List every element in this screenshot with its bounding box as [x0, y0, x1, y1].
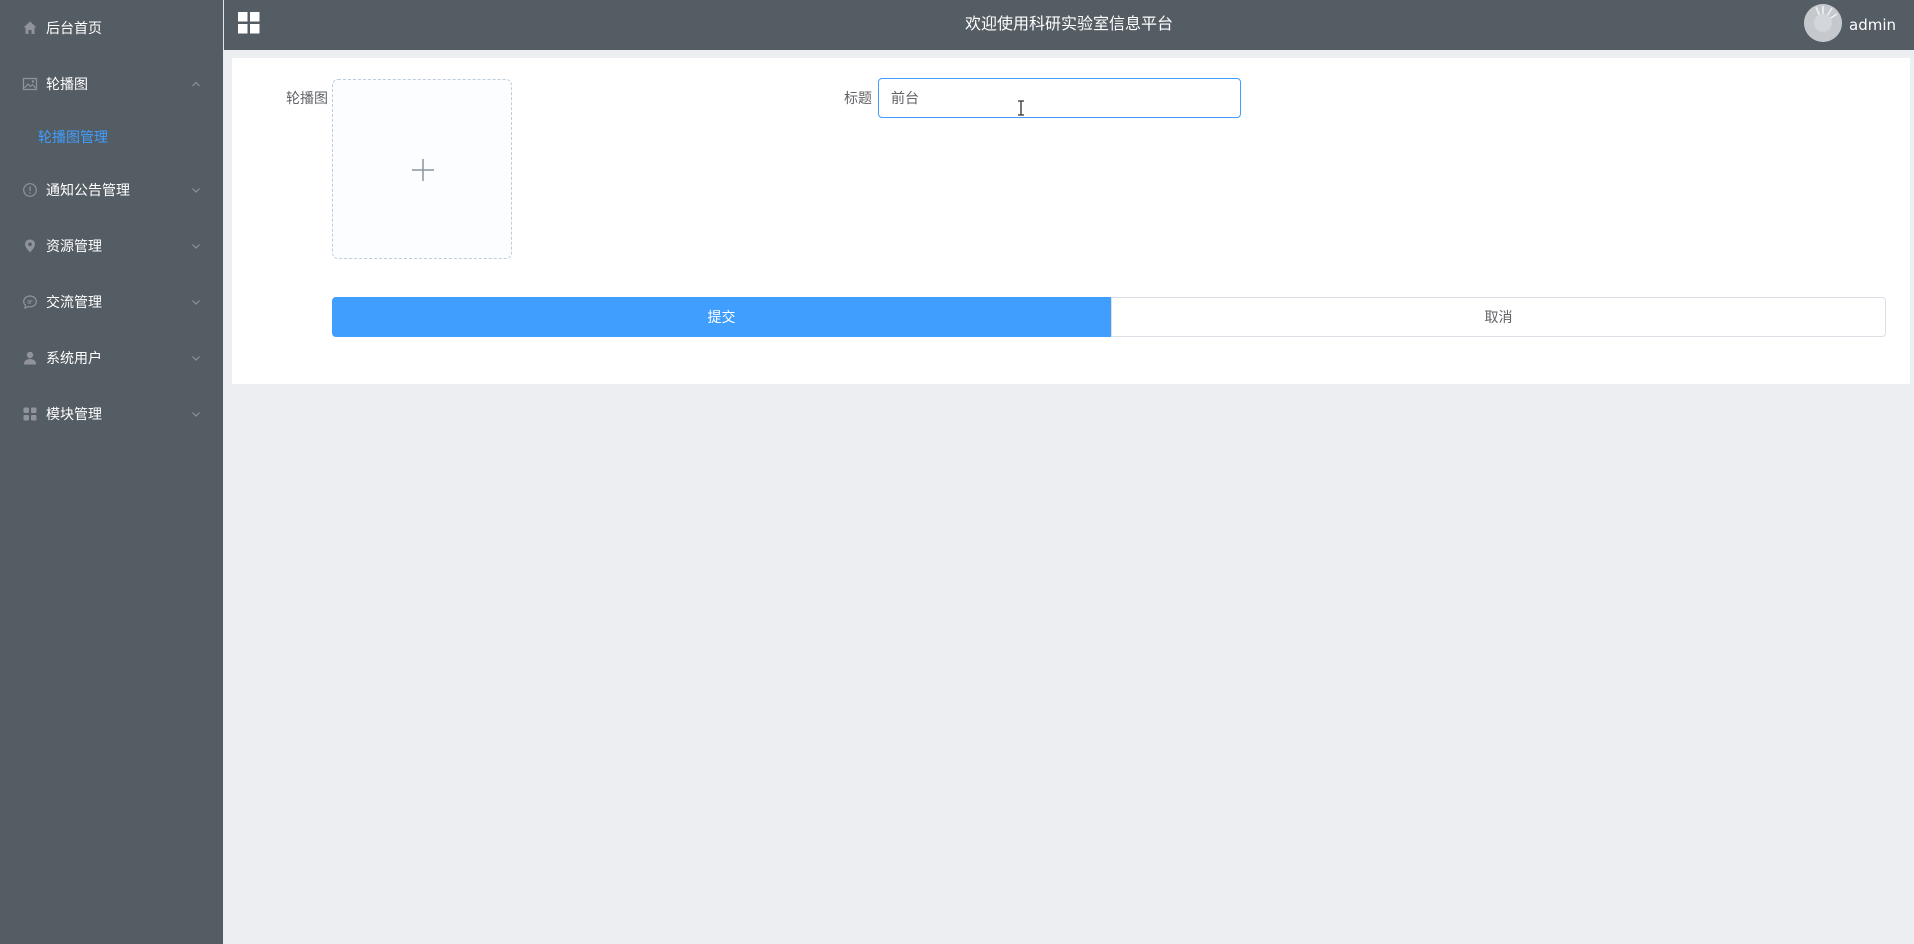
carousel-image-label: 轮播图 [286, 91, 328, 107]
sidebar: 后台首页 轮播图 轮播图管理 通知公告管理 资源管理 交流管理 系统用户 模块管… [0, 0, 223, 944]
chevron-down-icon [190, 240, 202, 252]
submit-button[interactable]: 提交 [332, 297, 1111, 337]
chat-icon [22, 294, 38, 310]
sidebar-item-notice[interactable]: 通知公告管理 [0, 162, 223, 218]
sidebar-subitem-label: 轮播图管理 [38, 130, 108, 146]
chevron-down-icon [190, 408, 202, 420]
chevron-down-icon [190, 296, 202, 308]
user-icon [22, 350, 38, 366]
sidebar-item-modules[interactable]: 模块管理 [0, 386, 223, 442]
title-input[interactable] [878, 78, 1241, 118]
plus-icon [411, 158, 435, 182]
avatar[interactable] [1804, 4, 1842, 42]
menu-grid-icon [22, 406, 38, 422]
sidebar-item-carousel[interactable]: 轮播图 [0, 56, 223, 112]
chevron-up-icon [190, 78, 202, 90]
location-icon [22, 238, 38, 254]
info-icon [22, 182, 38, 198]
home-icon [22, 20, 38, 36]
page-title: 欢迎使用科研实验室信息平台 [964, 14, 1173, 33]
sidebar-item-label: 轮播图 [46, 77, 88, 93]
sidebar-item-exchange[interactable]: 交流管理 [0, 274, 223, 330]
sidebar-item-label: 模块管理 [46, 407, 102, 423]
sidebar-item-system-users[interactable]: 系统用户 [0, 330, 223, 386]
picture-icon [22, 76, 38, 92]
sidebar-item-label: 系统用户 [46, 351, 102, 367]
image-uploader[interactable] [332, 79, 512, 259]
chevron-down-icon [190, 352, 202, 364]
text-cursor-icon [1016, 100, 1026, 116]
title-label: 标题 [844, 91, 872, 107]
sidebar-item-label: 通知公告管理 [46, 183, 130, 199]
top-header: 欢迎使用科研实验室信息平台 admin [223, 0, 1914, 50]
sidebar-item-label: 后台首页 [46, 21, 102, 37]
username[interactable]: admin [1849, 0, 1896, 50]
sidebar-item-label: 资源管理 [46, 239, 102, 255]
sidebar-item-label: 交流管理 [46, 295, 102, 311]
cancel-button[interactable]: 取消 [1111, 297, 1886, 337]
chevron-down-icon [190, 184, 202, 196]
sidebar-subitem-carousel-manage[interactable]: 轮播图管理 [0, 112, 223, 162]
sidebar-item-home[interactable]: 后台首页 [0, 0, 223, 56]
form-card: 轮播图 标题 提交 取消 [232, 58, 1910, 384]
sidebar-item-resources[interactable]: 资源管理 [0, 218, 223, 274]
